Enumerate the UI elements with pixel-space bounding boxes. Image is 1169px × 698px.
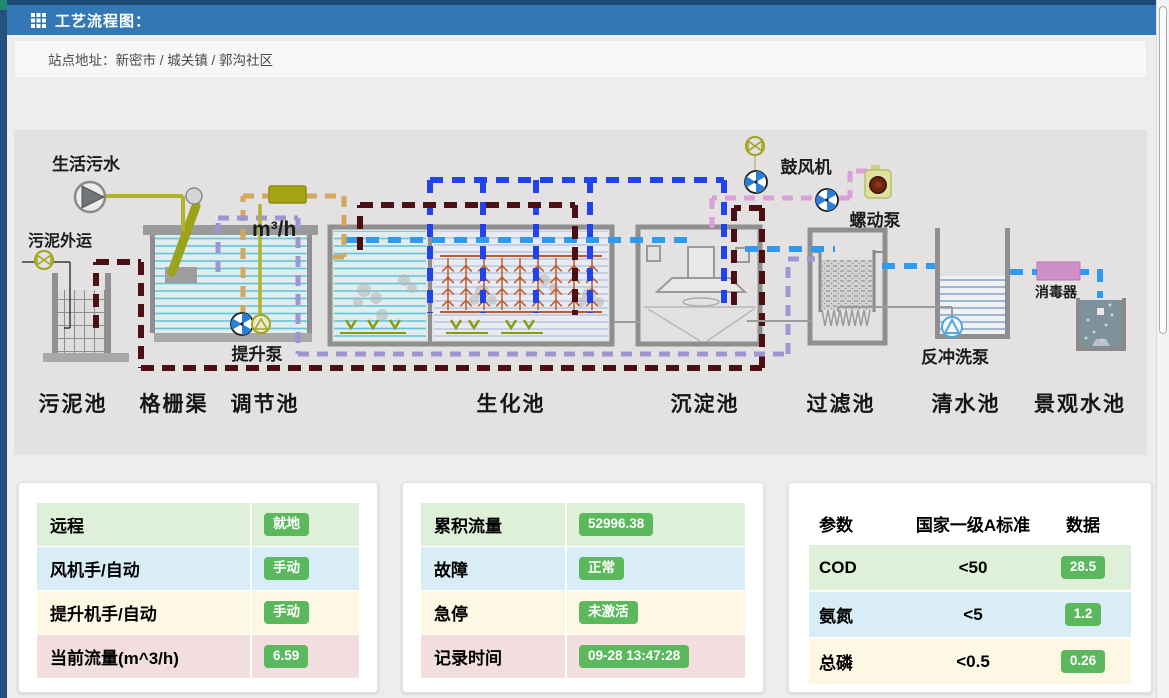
screw-pump-fan-icon — [813, 189, 838, 214]
breadcrumb: 站点地址：新密市 / 城关镇 / 郭沟社区 — [14, 40, 1147, 78]
quality-row-tp: 总磷 <0.5 0.26 — [809, 639, 1131, 686]
stage-label-clear-water-pool: 清水池 — [932, 392, 1001, 416]
quality-param: 总磷 — [809, 649, 911, 674]
status-row: 提升机手/自动 手动 — [37, 591, 359, 635]
flow-meter — [269, 186, 306, 203]
sludge-valve-icon — [35, 251, 53, 269]
stage-label-sedimentation-pool: 沉淀池 — [671, 392, 740, 416]
quality-row-cod: COD <50 28.5 — [809, 545, 1131, 592]
screen-channel-tank — [143, 188, 318, 342]
status-label: 当前流量(m^3/h) — [37, 644, 250, 669]
status-badge: 52996.38 — [579, 513, 653, 536]
status-row: 远程 就地 — [37, 503, 359, 547]
corner-accent — [0, 0, 7, 10]
quality-value-badge: 0.26 — [1061, 650, 1105, 673]
lift-pump-label: 提升泵 — [232, 345, 283, 364]
disinfector-box — [1037, 262, 1080, 280]
left-accent-strip — [0, 0, 7, 698]
quality-table-header: 参数 国家一级A标准 数据 — [809, 501, 1131, 545]
dosing-container — [865, 165, 891, 198]
status-label: 累积流量 — [421, 512, 565, 537]
blower-valve-icon — [746, 137, 764, 155]
quality-header-data: 数据 — [1035, 511, 1131, 536]
vertical-scrollbar[interactable] — [1156, 0, 1169, 698]
process-flow-diagram: 生活污水 污泥外运 m³/h 提升泵 鼓风机 螺动泵 反冲洗泵 消毒器 污泥池 … — [14, 130, 1147, 455]
breadcrumb-text: 站点地址：新密市 / 城关镇 / 郭沟社区 — [48, 49, 273, 69]
stage-label-landscape-pool: 景观水池 — [1034, 393, 1126, 416]
backwash-pump-label: 反冲洗泵 — [921, 347, 989, 367]
status-badge: 正常 — [579, 557, 624, 580]
quality-header-param: 参数 — [809, 511, 911, 536]
grid-icon — [31, 13, 46, 28]
status-row: 当前流量(m^3/h) 6.59 — [37, 635, 359, 679]
runtime-status-card: 累积流量 52996.38 故障 正常 急停 未激活 记录时间 09-28 13… — [402, 482, 764, 693]
status-label: 远程 — [37, 512, 250, 537]
flow-unit-label: m³/h — [252, 218, 296, 241]
header-bar: 工艺流程图： — [7, 5, 1156, 35]
status-badge: 09-28 13:47:28 — [579, 645, 689, 668]
blower-label: 鼓风机 — [781, 157, 832, 177]
disinfector-label: 消毒器 — [1035, 284, 1078, 300]
biochemical-tank — [330, 227, 612, 344]
status-row: 风机手/自动 手动 — [37, 547, 359, 591]
stage-label-regulating-pool: 调节池 — [231, 392, 300, 416]
status-badge: 就地 — [264, 513, 309, 536]
status-label: 故障 — [421, 556, 565, 581]
sedimentation-tank — [638, 227, 760, 344]
status-badge: 未激活 — [579, 601, 638, 624]
status-badge: 手动 — [264, 557, 309, 580]
quality-standard: <50 — [911, 558, 1035, 578]
status-row: 故障 正常 — [421, 547, 745, 591]
quality-param: COD — [809, 558, 911, 578]
status-badge: 手动 — [264, 601, 309, 624]
inflow-label: 生活污水 — [52, 154, 121, 174]
sludge-out-label: 污泥外运 — [28, 231, 92, 250]
lift-pump-valve-icon — [252, 315, 270, 333]
status-label: 提升机手/自动 — [37, 600, 250, 625]
quality-param: 氨氮 — [809, 602, 911, 627]
stage-label-screen-channel: 格栅渠 — [140, 392, 209, 416]
page-title: 工艺流程图： — [55, 10, 151, 31]
stage-label-filter-pool: 过滤池 — [807, 392, 876, 416]
control-status-card: 远程 就地 风机手/自动 手动 提升机手/自动 手动 当前流量(m^3/h) 6… — [18, 482, 378, 693]
status-row: 急停 未激活 — [421, 591, 745, 635]
stage-label-biochemical-pool: 生化池 — [477, 392, 546, 416]
blower-fan-icon — [742, 171, 767, 196]
backwash-pump-icon — [942, 317, 962, 337]
scrollbar-thumb[interactable] — [1159, 6, 1167, 334]
status-row: 累积流量 52996.38 — [421, 503, 745, 547]
status-label: 急停 — [421, 600, 565, 625]
landscape-pool — [1076, 298, 1126, 351]
quality-standard: <0.5 — [911, 652, 1035, 672]
screw-pump-label: 螺动泵 — [850, 211, 901, 230]
status-label: 风机手/自动 — [37, 556, 250, 581]
inflow-pump-icon — [75, 182, 105, 212]
sludge-tank — [43, 273, 129, 362]
quality-row-nh3n: 氨氮 <5 1.2 — [809, 592, 1131, 639]
status-badge: 6.59 — [264, 645, 308, 668]
page-root: 工艺流程图： 站点地址：新密市 / 城关镇 / 郭沟社区 — [0, 0, 1169, 698]
status-label: 记录时间 — [421, 644, 565, 669]
quality-value-badge: 1.2 — [1065, 603, 1102, 626]
quality-header-standard: 国家一级A标准 — [911, 511, 1035, 536]
water-quality-card: 参数 国家一级A标准 数据 COD <50 28.5 氨氮 <5 1.2 总磷 … — [788, 482, 1152, 693]
status-row: 记录时间 09-28 13:47:28 — [421, 635, 745, 679]
stage-label-sludge-pool: 污泥池 — [39, 393, 108, 416]
quality-standard: <5 — [911, 605, 1035, 625]
quality-value-badge: 28.5 — [1061, 556, 1105, 579]
